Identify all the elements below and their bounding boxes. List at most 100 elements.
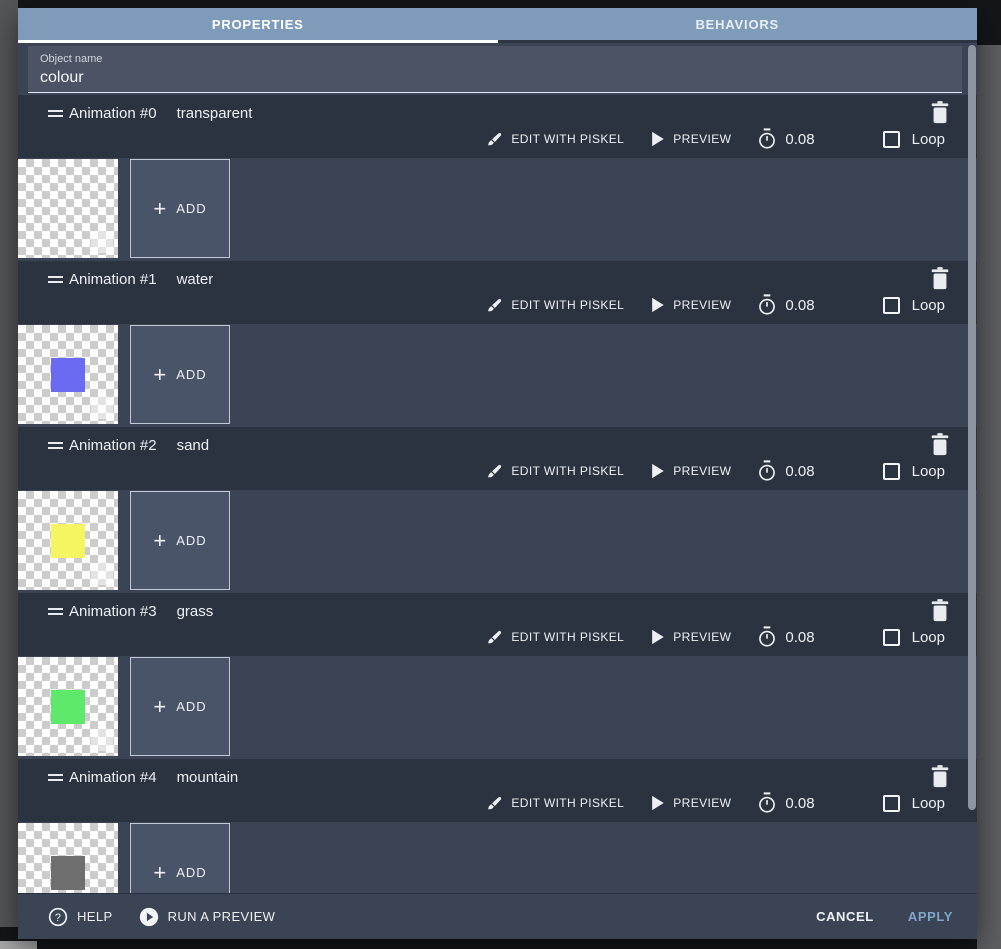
trash-icon xyxy=(929,765,951,789)
edit-with-piskel-button[interactable]: EDIT WITH PISKEL xyxy=(486,629,624,646)
run-preview-button[interactable]: RUN A PREVIEW xyxy=(139,907,276,927)
cancel-button[interactable]: CANCEL xyxy=(816,909,874,924)
frame-color-square xyxy=(51,358,85,392)
plus-icon: + xyxy=(153,693,167,719)
preview-label: PREVIEW xyxy=(673,630,732,644)
time-between-frames-control[interactable]: 0.08 xyxy=(757,792,815,814)
preview-button[interactable]: PREVIEW xyxy=(650,131,731,147)
object-name-field[interactable]: Object name colour xyxy=(28,46,962,93)
time-between-frames-value[interactable]: 0.08 xyxy=(785,297,814,314)
frame-thumbnail[interactable] xyxy=(18,491,118,590)
edit-with-piskel-button[interactable]: EDIT WITH PISKEL xyxy=(486,131,624,148)
animation-name-field[interactable]: transparent xyxy=(177,105,253,122)
time-between-frames-control[interactable]: 0.08 xyxy=(757,128,815,150)
help-button[interactable]: ? HELP xyxy=(48,907,113,927)
frame-color-square xyxy=(51,856,85,890)
frame-thumbnail[interactable] xyxy=(18,823,118,893)
plus-icon: + xyxy=(153,361,167,387)
time-between-frames-value[interactable]: 0.08 xyxy=(785,629,814,646)
animation-title-row: Animation #4 mountain xyxy=(48,769,963,786)
drag-handle-icon[interactable] xyxy=(48,107,63,120)
animation-header: Animation #1 water EDIT WITH PISKEL PREV… xyxy=(18,261,977,324)
loop-control[interactable]: Loop xyxy=(882,130,945,148)
loop-control[interactable]: Loop xyxy=(882,462,945,480)
object-editor-dialog: PROPERTIES BEHAVIORS Object name colour … xyxy=(18,8,977,939)
loop-control[interactable]: Loop xyxy=(882,296,945,314)
animation-controls: EDIT WITH PISKEL PREVIEW 0.08 Loop xyxy=(486,128,945,150)
add-frame-button[interactable]: + ADD xyxy=(130,657,230,756)
animation-name-field[interactable]: water xyxy=(177,271,214,288)
preview-label: PREVIEW xyxy=(673,796,732,810)
loop-label: Loop xyxy=(911,296,945,314)
time-between-frames-control[interactable]: 0.08 xyxy=(757,294,815,316)
edit-with-piskel-button[interactable]: EDIT WITH PISKEL xyxy=(486,297,624,314)
time-between-frames-value[interactable]: 0.08 xyxy=(785,795,814,812)
delete-animation-button[interactable] xyxy=(929,765,951,789)
tab-bar: PROPERTIES BEHAVIORS xyxy=(18,8,977,40)
tab-behaviors[interactable]: BEHAVIORS xyxy=(498,8,978,40)
preview-button[interactable]: PREVIEW xyxy=(650,297,731,313)
plus-icon: + xyxy=(153,195,167,221)
play-icon xyxy=(650,131,665,147)
frame-corner-badge xyxy=(91,729,113,751)
edit-with-piskel-button[interactable]: EDIT WITH PISKEL xyxy=(486,795,624,812)
loop-checkbox[interactable] xyxy=(882,130,900,148)
loop-checkbox[interactable] xyxy=(882,628,900,646)
loop-control[interactable]: Loop xyxy=(882,628,945,646)
frame-thumbnail[interactable] xyxy=(18,325,118,424)
drag-handle-icon[interactable] xyxy=(48,439,63,452)
drag-handle-icon[interactable] xyxy=(48,605,63,618)
animation-controls: EDIT WITH PISKEL PREVIEW 0.08 Loop xyxy=(486,460,945,482)
dialog-scrollbar-thumb[interactable] xyxy=(968,45,976,810)
apply-button[interactable]: APPLY xyxy=(908,909,953,924)
stopwatch-icon xyxy=(757,128,777,150)
animation-title-row: Animation #0 transparent xyxy=(48,105,963,122)
stopwatch-icon xyxy=(757,460,777,482)
trash-icon xyxy=(929,599,951,623)
time-between-frames-control[interactable]: 0.08 xyxy=(757,626,815,648)
loop-label: Loop xyxy=(911,462,945,480)
plus-icon: + xyxy=(153,527,167,553)
delete-animation-button[interactable] xyxy=(929,433,951,457)
animation-name-field[interactable]: sand xyxy=(177,437,210,454)
drag-handle-icon[interactable] xyxy=(48,771,63,784)
frame-thumbnail[interactable] xyxy=(18,159,118,258)
edit-with-piskel-label: EDIT WITH PISKEL xyxy=(511,298,625,312)
loop-label: Loop xyxy=(911,130,945,148)
add-frame-label: ADD xyxy=(176,533,207,548)
loop-control[interactable]: Loop xyxy=(882,794,945,812)
time-between-frames-value[interactable]: 0.08 xyxy=(785,463,814,480)
object-name-value[interactable]: colour xyxy=(40,69,950,87)
add-frame-button[interactable]: + ADD xyxy=(130,159,230,258)
object-name-label: Object name xyxy=(40,53,103,65)
delete-animation-button[interactable] xyxy=(929,101,951,125)
delete-animation-button[interactable] xyxy=(929,267,951,291)
drag-handle-icon[interactable] xyxy=(48,273,63,286)
delete-animation-button[interactable] xyxy=(929,599,951,623)
add-frame-label: ADD xyxy=(176,865,207,880)
loop-checkbox[interactable] xyxy=(882,296,900,314)
animation-number: Animation #4 xyxy=(69,769,157,786)
add-frame-button[interactable]: + ADD xyxy=(130,491,230,590)
add-frame-button[interactable]: + ADD xyxy=(130,823,230,893)
edit-with-piskel-label: EDIT WITH PISKEL xyxy=(511,630,625,644)
brush-icon xyxy=(486,131,503,148)
loop-checkbox[interactable] xyxy=(882,462,900,480)
time-between-frames-value[interactable]: 0.08 xyxy=(785,131,814,148)
preview-button[interactable]: PREVIEW xyxy=(650,463,731,479)
time-between-frames-control[interactable]: 0.08 xyxy=(757,460,815,482)
dialog-content: Object name colour Animation #0 transpar… xyxy=(18,43,977,893)
preview-label: PREVIEW xyxy=(673,464,732,478)
play-icon xyxy=(650,795,665,811)
preview-button[interactable]: PREVIEW xyxy=(650,629,731,645)
animation-name-field[interactable]: mountain xyxy=(177,769,239,786)
animation-controls: EDIT WITH PISKEL PREVIEW 0.08 Loop xyxy=(486,626,945,648)
stopwatch-icon xyxy=(757,792,777,814)
preview-button[interactable]: PREVIEW xyxy=(650,795,731,811)
tab-properties[interactable]: PROPERTIES xyxy=(18,8,498,40)
frame-thumbnail[interactable] xyxy=(18,657,118,756)
edit-with-piskel-button[interactable]: EDIT WITH PISKEL xyxy=(486,463,624,480)
animation-name-field[interactable]: grass xyxy=(177,603,214,620)
add-frame-button[interactable]: + ADD xyxy=(130,325,230,424)
loop-checkbox[interactable] xyxy=(882,794,900,812)
